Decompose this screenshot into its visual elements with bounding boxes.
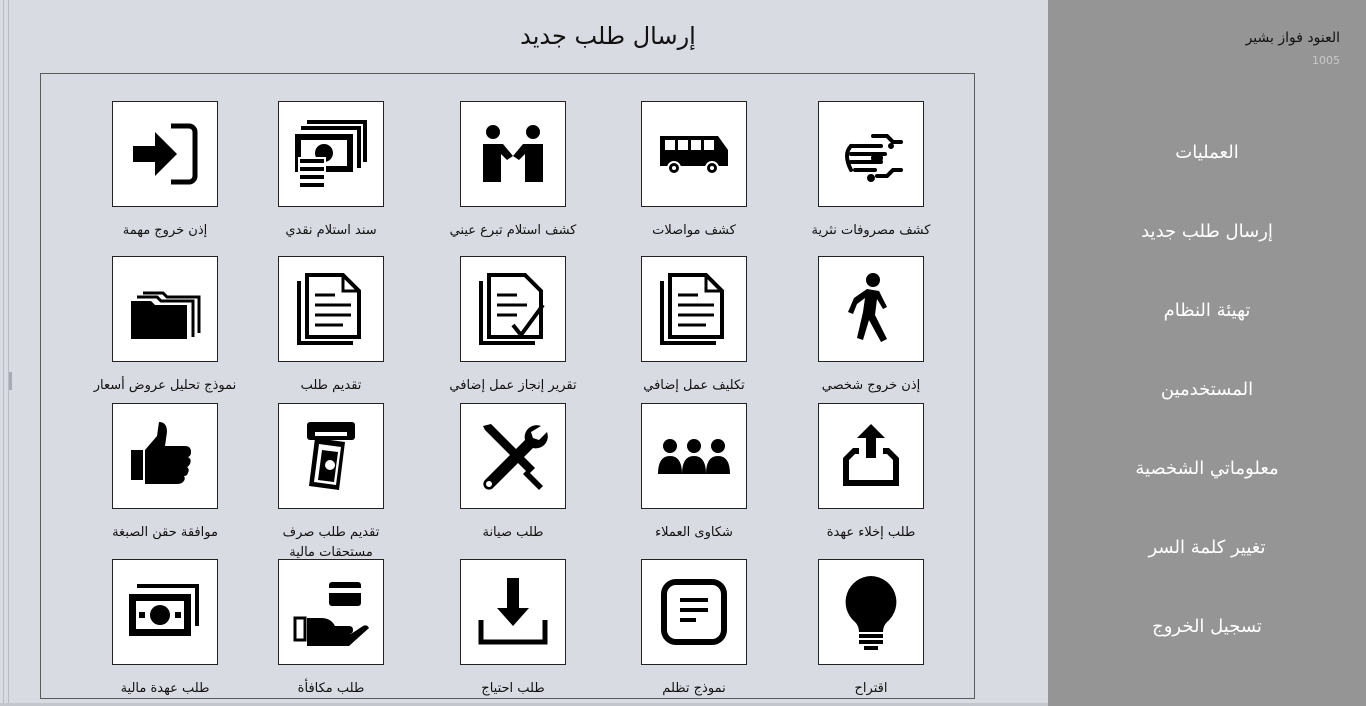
tile-overtime-assignment[interactable]: تكليف عمل إضافي (604, 256, 784, 396)
sidebar: العنود فواز بشير 1005 العمليات إرسال طلب… (1048, 0, 1366, 706)
document-check-icon (479, 273, 545, 345)
tile-label: تقديم طلب صرف مستحقات مالية (282, 525, 380, 560)
tile-icon-box[interactable] (641, 403, 747, 509)
window-resize-rail[interactable] (0, 0, 12, 706)
banknote-icon (129, 584, 199, 636)
tile-suggestion[interactable]: اقتراح (781, 559, 961, 699)
tile-icon-box[interactable] (641, 559, 747, 665)
tile-label: كشف مواصلات (652, 223, 736, 238)
tile-icon-box[interactable] (278, 101, 384, 207)
tile-overtime-report[interactable]: تقرير إنجاز عمل إضافي (423, 256, 603, 396)
tile-icon-box[interactable] (112, 559, 218, 665)
document-stack-icon (660, 273, 724, 345)
tile-icon-box[interactable] (112, 403, 218, 509)
tile-cash-receipt[interactable]: سند استلام نقدي (241, 101, 421, 241)
nav-send-new-request[interactable]: إرسال طلب جديد (1048, 221, 1366, 242)
tile-icon-box[interactable] (818, 256, 924, 362)
tile-customer-complaints[interactable]: شكاوى العملاء (604, 403, 784, 543)
customers-group-icon (658, 439, 730, 474)
tile-label: اقتراح (854, 681, 888, 696)
tile-icon-box[interactable] (460, 559, 566, 665)
tile-label: سند استلام نقدي (285, 223, 377, 238)
bus-icon (660, 136, 728, 175)
nav-logout[interactable]: تسجيل الخروج (1048, 616, 1366, 637)
handshake-icon (483, 125, 543, 182)
tile-submit-request[interactable]: تقديم طلب (241, 256, 421, 396)
tile-label: طلب عهدة مالية (120, 681, 210, 696)
tile-icon-box[interactable] (641, 256, 747, 362)
nav-users[interactable]: المستخدمين (1048, 379, 1366, 400)
tile-icon-box[interactable] (460, 256, 566, 362)
tile-icon-box[interactable] (818, 403, 924, 509)
thumbs-up-icon (131, 422, 191, 484)
tile-icon-box[interactable] (818, 559, 924, 665)
tile-label: موافقة حقن الصبغة (112, 525, 218, 540)
tile-custody-clearance[interactable]: طلب إخلاء عهدة (781, 403, 961, 543)
tile-task-exit-permit[interactable]: إذن خروج مهمة (75, 101, 255, 241)
tile-in-kind-donation[interactable]: كشف استلام تبرع عيني (423, 101, 603, 241)
tools-icon (483, 424, 548, 490)
nav-my-profile[interactable]: معلوماتي الشخصية (1048, 458, 1366, 479)
tile-label: طلب إخلاء عهدة (826, 525, 916, 540)
tile-quotation-analysis[interactable]: نموذج تحليل عروض أسعار (75, 256, 255, 396)
download-tray-icon (478, 578, 548, 645)
atm-cash-icon (307, 422, 355, 490)
tile-icon-box[interactable] (278, 256, 384, 362)
tile-financial-custody[interactable]: طلب عهدة مالية (75, 559, 255, 699)
tile-needs-request[interactable]: طلب احتياج (423, 559, 603, 699)
tile-label: طلب احتياج (481, 681, 545, 696)
nav-system-setup[interactable]: تهيئة النظام (1048, 300, 1366, 321)
document-stack-icon (297, 273, 361, 345)
request-tiles-panel: كشف مصروفات نثرية كشف مواصلات كشف استلام… (40, 73, 975, 699)
page-title: إرسال طلب جديد (520, 22, 696, 50)
tile-icon-box[interactable] (278, 403, 384, 509)
tile-label: كشف مصروفات نثرية (811, 223, 931, 238)
tile-label: شكاوى العملاء (655, 525, 733, 540)
tile-icon-box[interactable] (278, 559, 384, 665)
tile-label: تقديم طلب (300, 378, 362, 393)
cash-stack-icon (295, 120, 367, 189)
rail-line (3, 0, 4, 706)
sign-in-icon (133, 123, 198, 185)
folders-icon (131, 291, 201, 339)
tile-petty-cash-statement[interactable]: كشف مصروفات نثرية (781, 101, 961, 241)
main-content: إرسال طلب جديد كشف مصروفات نثرية كشف موا… (18, 0, 1048, 706)
tile-transport-statement[interactable]: كشف مواصلات (604, 101, 784, 241)
tile-label: كشف استلام تبرع عيني (449, 223, 577, 238)
tile-icon-box[interactable] (112, 101, 218, 207)
tile-grievance-form[interactable]: نموذج تظلم (604, 559, 784, 699)
hand-coins-icon (845, 134, 903, 182)
user-id: 1005 (1312, 54, 1340, 67)
tile-maintenance-request[interactable]: طلب صيانة (423, 403, 603, 543)
splitter-grip[interactable] (9, 372, 12, 390)
tile-personal-exit-permit[interactable]: إذن خروج شخصي (781, 256, 961, 396)
nav-operations[interactable]: العمليات (1048, 142, 1366, 163)
nav-change-password[interactable]: تغيير كلمة السر (1048, 537, 1366, 558)
rail-line (8, 0, 9, 706)
tile-dye-injection-consent[interactable]: موافقة حقن الصبغة (75, 403, 255, 543)
tile-label: نموذج تظلم (662, 681, 726, 696)
lightbulb-icon (845, 576, 897, 650)
tile-label: إذن خروج شخصي (821, 378, 921, 393)
tile-icon-box[interactable] (112, 256, 218, 362)
tile-financial-dues[interactable]: تقديم طلب صرف مستحقات مالية (241, 403, 421, 563)
tile-icon-box[interactable] (460, 101, 566, 207)
walking-person-icon (848, 273, 887, 342)
hand-card-icon (293, 582, 369, 646)
tile-label: طلب مكافأة (297, 681, 365, 696)
tile-label: تقرير إنجاز عمل إضافي (449, 378, 577, 393)
tile-label: طلب صيانة (482, 525, 544, 540)
tile-label: إذن خروج مهمة (122, 223, 208, 238)
tile-label: تكليف عمل إضافي (643, 378, 745, 393)
tile-icon-box[interactable] (460, 403, 566, 509)
note-icon (661, 579, 727, 645)
tile-icon-box[interactable] (641, 101, 747, 207)
outbox-upload-icon (843, 424, 899, 486)
tile-icon-box[interactable] (818, 101, 924, 207)
tile-label: نموذج تحليل عروض أسعار (93, 378, 237, 393)
tile-reward-request[interactable]: طلب مكافأة (241, 559, 421, 699)
user-name: العنود فواز بشير (1245, 30, 1340, 46)
